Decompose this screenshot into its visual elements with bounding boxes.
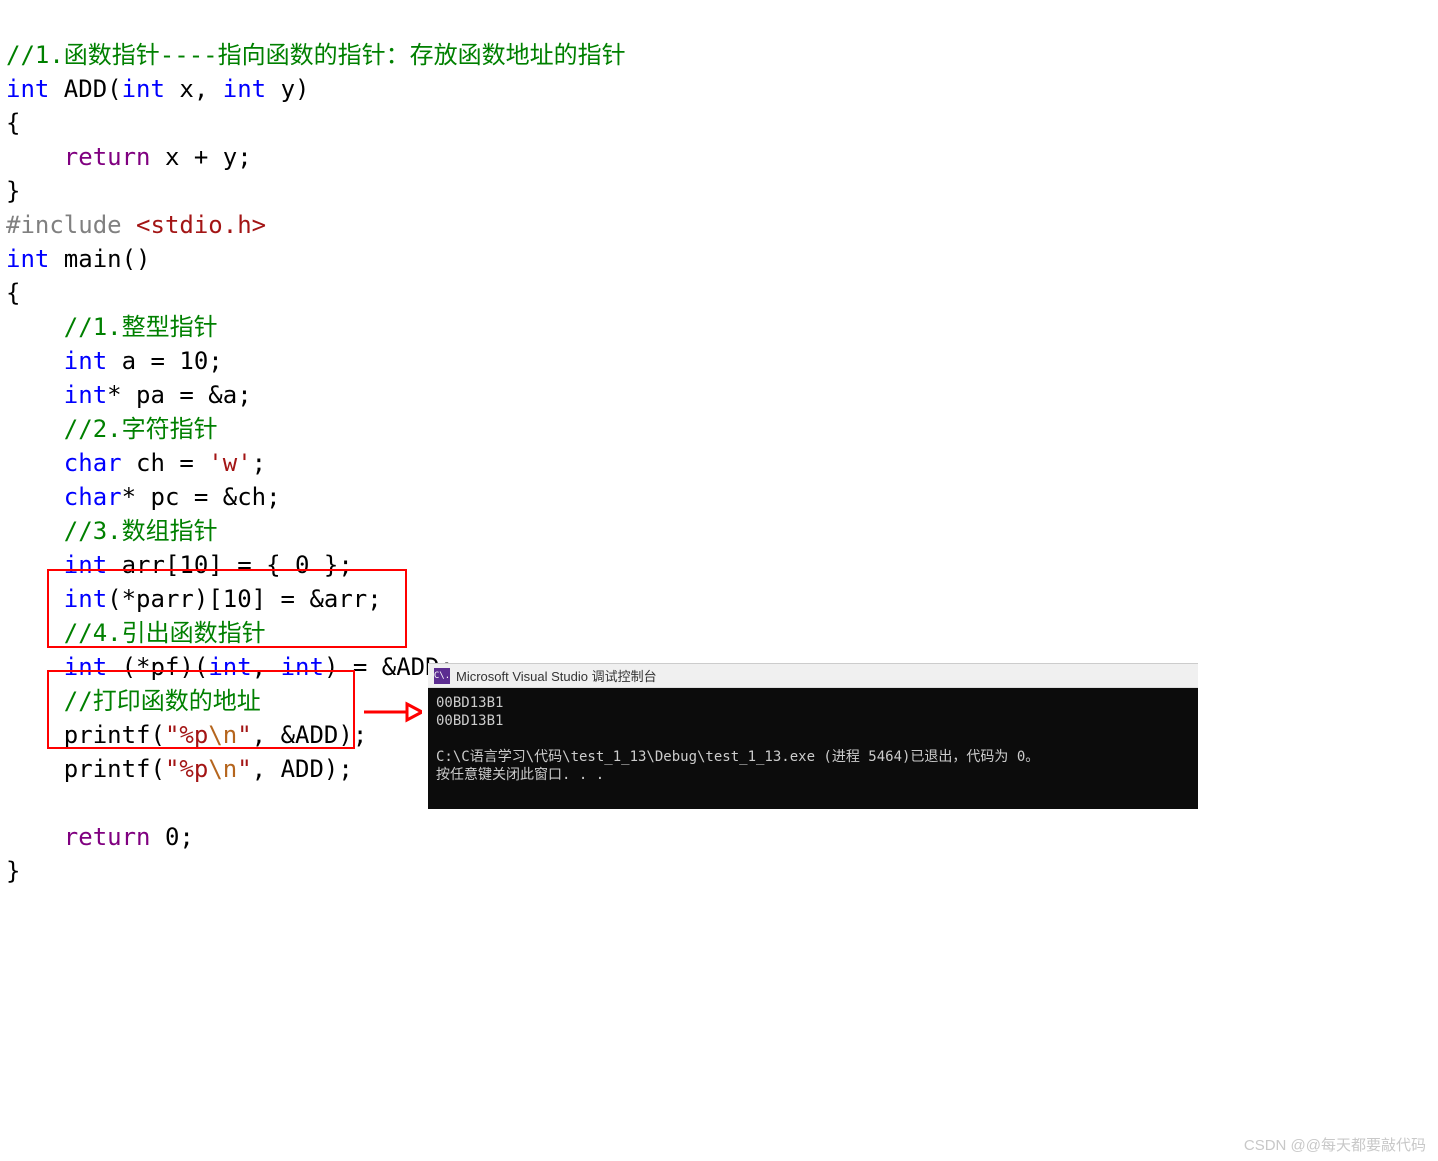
keyword-return: return — [6, 823, 151, 851]
console-line: 按任意键关闭此窗口. . . — [436, 767, 604, 783]
comment-line: //3.数组指针 — [6, 517, 218, 545]
arrow-icon — [362, 697, 422, 727]
comment-line: //1.函数指针----指向函数的指针：存放函数地址的指针 — [6, 41, 626, 69]
console-line: C:\C语言学习\代码\test_1_13\Debug\test_1_13.ex… — [436, 749, 1039, 765]
func-name: ADD — [49, 75, 107, 103]
declaration: ch = — [122, 449, 209, 477]
keyword-int: int — [6, 75, 49, 103]
preproc: #include — [6, 211, 136, 239]
console-title-text: Microsoft Visual Studio 调试控制台 — [456, 666, 657, 685]
keyword-return: return — [6, 143, 151, 171]
blank-line — [6, 789, 20, 817]
keyword-char: char — [6, 449, 122, 477]
return-value: 0; — [151, 823, 194, 851]
func-name: main — [49, 245, 121, 273]
string-literal: " — [237, 755, 251, 783]
keyword-int: int — [6, 347, 107, 375]
expression: x + y; — [151, 143, 252, 171]
header-file: <stdio.h> — [136, 211, 266, 239]
call-args: , ADD); — [252, 755, 353, 783]
keyword-int: int — [6, 245, 49, 273]
highlight-box-2 — [47, 670, 355, 749]
brace: { — [6, 109, 20, 137]
declaration: * pc = &ch; — [122, 483, 281, 511]
paren: () — [122, 245, 151, 273]
comment-line: //2.字符指针 — [6, 415, 218, 443]
brace: } — [6, 857, 20, 885]
console-line: 00BD13B1 — [436, 695, 503, 711]
console-output: 00BD13B1 00BD13B1 C:\C语言学习\代码\test_1_13\… — [428, 688, 1198, 809]
brace: } — [6, 177, 20, 205]
paren: ( — [107, 75, 121, 103]
vs-icon: C\. — [434, 668, 450, 684]
call-printf: printf( — [6, 755, 165, 783]
keyword-int: int — [122, 75, 165, 103]
keyword-int: int — [6, 381, 107, 409]
keyword-char: char — [6, 483, 122, 511]
watermark-text: CSDN @@每天都要敲代码 — [1244, 1134, 1426, 1155]
param: x — [165, 75, 194, 103]
console-titlebar: C\. Microsoft Visual Studio 调试控制台 — [428, 664, 1198, 688]
console-window: C\. Microsoft Visual Studio 调试控制台 00BD13… — [428, 663, 1198, 809]
comment-line: //1.整型指针 — [6, 313, 218, 341]
declaration: * pa = &a; — [107, 381, 252, 409]
paren: ) — [295, 75, 309, 103]
semicolon: ; — [252, 449, 266, 477]
declaration: a = 10; — [107, 347, 223, 375]
highlight-box-1 — [47, 569, 407, 648]
keyword-int: int — [223, 75, 266, 103]
brace: { — [6, 279, 20, 307]
comma: , — [194, 75, 223, 103]
char-literal: 'w' — [208, 449, 251, 477]
param: y — [266, 75, 295, 103]
console-line: 00BD13B1 — [436, 713, 503, 729]
escape-char: \n — [208, 755, 237, 783]
string-literal: "%p — [165, 755, 208, 783]
